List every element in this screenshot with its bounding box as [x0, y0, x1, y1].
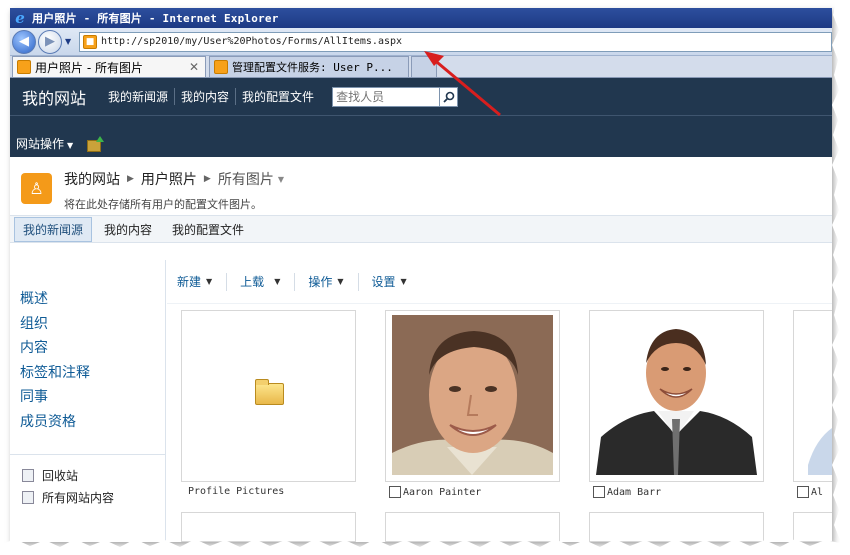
toolbar-separator: [357, 272, 359, 291]
new-label: 新建: [177, 275, 202, 289]
tab-label: 用户照片 - 所有图片: [35, 60, 143, 75]
tile-caption[interactable]: Profile Pictures: [188, 486, 284, 497]
page-body: 概述 组织 内容 标签和注释 同事 成员资格 回收站 所有网站内容 新建 ▼ 上载…: [10, 260, 832, 542]
people-search-input[interactable]: [333, 87, 440, 106]
photo-tile[interactable]: [385, 310, 560, 482]
sharepoint-favicon-icon: ■: [83, 34, 97, 49]
select-checkbox[interactable]: [797, 486, 809, 498]
main-content: 新建 ▼ 上载 ▼ 操作 ▼ 设置 ▼ Profile Pictures Aar…: [167, 260, 832, 542]
top-link-profile[interactable]: 我的配置文件: [164, 218, 252, 241]
forward-button[interactable]: ▶: [38, 29, 62, 54]
quick-link-tags-notes[interactable]: 标签和注释: [20, 362, 165, 387]
view-dropdown-icon[interactable]: ▼: [278, 175, 284, 184]
my-site-header: 我的网站 我的新闻源 我的内容 我的配置文件: [10, 78, 832, 115]
profile-photo: [392, 315, 553, 475]
people-search: [332, 86, 459, 107]
window-title: 用户照片 - 所有图片 - Internet Explorer: [32, 12, 279, 25]
picture-library-icon: ♙: [21, 173, 52, 204]
recycle-bin-label: 回收站: [42, 468, 79, 483]
page-description: 将在此处存储所有用户的配置文件图片。: [64, 198, 262, 211]
tab-manage-profile-service[interactable]: 管理配置文件服务: User P...: [209, 56, 409, 77]
nav-divider: [10, 454, 166, 455]
chevron-down-icon: ▼: [400, 277, 407, 286]
folder-icon: [255, 379, 284, 405]
settings-menu-button[interactable]: 设置 ▼: [372, 273, 407, 290]
breadcrumb-arrow-icon: ▶: [203, 174, 211, 184]
chevron-down-icon: ▼: [206, 277, 213, 286]
list-toolbar: 新建 ▼ 上载 ▼ 操作 ▼ 设置 ▼: [167, 260, 832, 304]
my-site-title[interactable]: 我的网站: [22, 85, 86, 109]
toolbar-separator: [226, 272, 228, 291]
recycle-bin-link[interactable]: 回收站: [22, 464, 114, 486]
torn-edge-bottom: [0, 539, 850, 555]
breadcrumb-user-photos[interactable]: 用户照片: [141, 169, 197, 189]
quick-link-colleagues[interactable]: 同事: [20, 386, 165, 411]
toolbar-separator: [294, 272, 296, 291]
select-checkbox[interactable]: [389, 486, 401, 498]
new-tab-button[interactable]: [411, 56, 437, 77]
navigate-up-icon[interactable]: [87, 136, 105, 152]
folder-tile[interactable]: [181, 310, 356, 482]
tab-bar: 用户照片 - 所有图片 ✕ 管理配置文件服务: User P...: [10, 56, 832, 78]
tile-caption-row: Adam Barr: [593, 486, 661, 498]
history-dropdown-icon[interactable]: ▼: [65, 37, 75, 46]
quick-link-overview[interactable]: 概述: [20, 288, 165, 313]
forward-arrow-icon: ▶: [45, 34, 55, 49]
internet-explorer-icon: e: [15, 9, 25, 27]
all-site-content-label: 所有网站内容: [42, 490, 115, 505]
address-field[interactable]: ■ http://sp2010/my/User%20Photos/Forms/A…: [79, 31, 832, 52]
top-link-content[interactable]: 我的内容: [96, 218, 160, 241]
address-toolbar: ◀ ▶ ▼ ■ http://sp2010/my/User%20Photos/F…: [10, 28, 832, 56]
header-link-content[interactable]: 我的内容: [174, 88, 235, 105]
tile-caption[interactable]: Adam Barr: [607, 487, 661, 498]
tile-caption-row: Al: [797, 486, 823, 498]
url-text[interactable]: http://sp2010/my/User%20Photos/Forms/All…: [101, 36, 402, 47]
close-tab-icon[interactable]: ✕: [189, 60, 199, 74]
tile-caption-row: Aaron Painter: [389, 486, 481, 498]
tab-label: 管理配置文件服务: User P...: [232, 61, 393, 74]
actions-menu-button[interactable]: 操作 ▼: [308, 273, 343, 290]
site-actions-bar: 网站操作 ▼: [10, 115, 832, 157]
breadcrumb-arrow-icon: ▶: [127, 174, 134, 184]
top-link-bar: 我的新闻源 我的内容 我的配置文件: [10, 215, 832, 243]
chevron-down-icon: ▼: [274, 277, 281, 286]
sharepoint-tab-icon: [214, 60, 228, 74]
torn-edge-right: [832, 0, 850, 555]
site-content-icon: [22, 490, 34, 504]
breadcrumb-my-site[interactable]: 我的网站: [64, 169, 120, 189]
all-site-content-link[interactable]: 所有网站内容: [22, 486, 114, 508]
header-link-newsfeed[interactable]: 我的新闻源: [102, 88, 174, 105]
breadcrumb-all-pictures[interactable]: 所有图片: [218, 169, 274, 189]
screenshot-frame: e 用户照片 - 所有图片 - Internet Explorer ◀ ▶ ▼ …: [10, 8, 832, 542]
recycle-bin-icon: [22, 468, 34, 482]
tile-caption[interactable]: Aaron Painter: [403, 487, 481, 498]
search-icon[interactable]: [439, 87, 458, 106]
page-title-area: ♙ 我的网站 ▶ 用户照片 ▶ 所有图片 ▼ 将在此处存储所有用户的配置文件图片…: [10, 157, 832, 215]
quick-link-content[interactable]: 内容: [20, 337, 165, 362]
chevron-down-icon: ▼: [337, 277, 344, 286]
back-arrow-icon: ◀: [19, 34, 29, 49]
sharepoint-tab-icon: [17, 60, 31, 74]
photo-tile[interactable]: [589, 310, 764, 482]
breadcrumb: 我的网站 ▶ 用户照片 ▶ 所有图片 ▼: [64, 169, 284, 189]
back-button[interactable]: ◀: [12, 29, 36, 54]
chevron-down-icon: ▼: [67, 141, 74, 150]
quick-link-memberships[interactable]: 成员资格: [20, 411, 165, 436]
select-checkbox[interactable]: [593, 486, 605, 498]
header-link-profile[interactable]: 我的配置文件: [235, 88, 320, 105]
settings-label: 设置: [371, 275, 396, 289]
top-link-newsfeed[interactable]: 我的新闻源: [14, 216, 93, 242]
tile-caption[interactable]: Al: [811, 487, 823, 498]
quick-link-organization[interactable]: 组织: [20, 313, 165, 338]
actions-label: 操作: [308, 275, 333, 289]
tab-user-photos[interactable]: 用户照片 - 所有图片 ✕: [12, 56, 206, 77]
profile-photo: [596, 315, 757, 475]
upload-menu-button[interactable]: 上载 ▼: [240, 273, 280, 290]
site-actions-menu[interactable]: 网站操作 ▼: [16, 135, 73, 152]
window-title-bar: e 用户照片 - 所有图片 - Internet Explorer: [10, 8, 832, 28]
site-actions-label: 网站操作: [16, 137, 65, 151]
quick-launch: 概述 组织 内容 标签和注释 同事 成员资格 回收站 所有网站内容: [10, 260, 166, 542]
new-menu-button[interactable]: 新建 ▼: [177, 273, 212, 290]
upload-label: 上载: [240, 275, 265, 289]
